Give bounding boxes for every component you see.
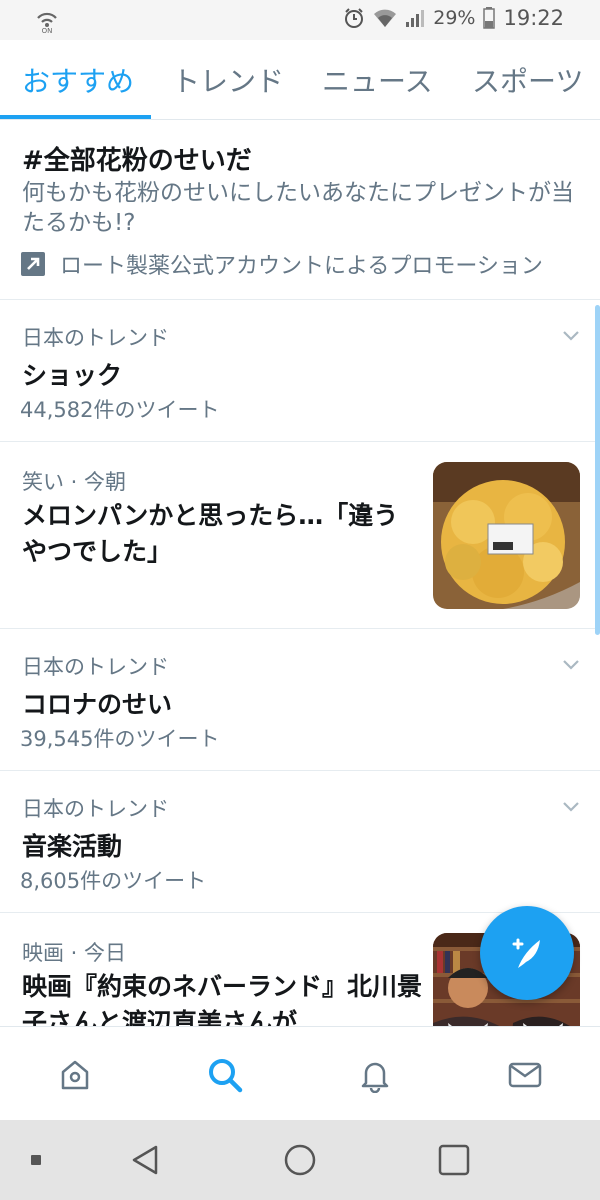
promoted-by: ロート製薬公式アカウントによるプロモーション bbox=[60, 254, 543, 279]
tab-recommended[interactable]: おすすめ bbox=[22, 40, 134, 119]
messages-icon bbox=[508, 1062, 542, 1088]
bottom-navigation bbox=[0, 1026, 600, 1120]
tab-news[interactable]: ニュース bbox=[322, 40, 433, 119]
back-icon[interactable] bbox=[128, 1142, 164, 1178]
tweet-count: 39,545件のツイート bbox=[20, 727, 220, 751]
status-bar: ON 29% 19:22 bbox=[0, 0, 600, 40]
promoted-trend[interactable]: #全部花粉のせいだ 何もかも花粉のせいにしたいあなたにプレゼントが当たるかも!?… bbox=[0, 120, 600, 300]
battery-percent: 29% bbox=[433, 7, 476, 29]
news-context: 笑い · 今朝 bbox=[22, 470, 127, 494]
promoted-description: 何もかも花粉のせいにしたいあなたにプレゼントが当たるかも!? bbox=[22, 180, 574, 236]
trend-context: 日本のトレンド bbox=[22, 797, 169, 821]
nav-notifications[interactable] bbox=[355, 1055, 395, 1095]
home-circle-icon[interactable] bbox=[282, 1142, 318, 1178]
news-title: 映画『約束のネバーランド』北川景子さんと渡辺直美さんが bbox=[22, 972, 423, 1026]
svg-text:ON: ON bbox=[42, 27, 53, 34]
search-icon bbox=[209, 1059, 243, 1093]
active-tab-indicator bbox=[0, 115, 151, 119]
trend-title: ショック bbox=[22, 361, 123, 390]
chevron-down-icon[interactable] bbox=[560, 324, 582, 346]
nav-home[interactable] bbox=[55, 1055, 95, 1095]
trend-item[interactable]: 日本のトレンド 音楽活動 8,605件のツイート bbox=[0, 771, 600, 913]
trend-item[interactable]: 日本のトレンド ショック 44,582件のツイート bbox=[0, 300, 600, 442]
nav-messages[interactable] bbox=[505, 1055, 545, 1095]
news-item[interactable]: 笑い · 今朝 メロンパンかと思ったら…「違うやつでした」 bbox=[0, 442, 600, 629]
compose-quill-icon bbox=[512, 938, 540, 968]
promoted-arrow-icon bbox=[21, 252, 45, 276]
trend-context: 日本のトレンド bbox=[22, 655, 169, 679]
trend-item[interactable]: 日本のトレンド コロナのせい 39,545件のツイート bbox=[0, 629, 600, 771]
battery-icon bbox=[483, 7, 496, 29]
signal-icon bbox=[406, 10, 425, 27]
news-title: メロンパンかと思ったら…「違うやつでした」 bbox=[22, 501, 399, 566]
chevron-down-icon[interactable] bbox=[560, 653, 582, 675]
tab-trends[interactable]: トレンド bbox=[172, 40, 284, 119]
trend-context: 日本のトレンド bbox=[22, 326, 169, 350]
tab-sports[interactable]: スポーツ bbox=[472, 40, 583, 119]
trend-title: コロナのせい bbox=[22, 690, 173, 719]
promoted-title: #全部花粉のせいだ bbox=[22, 146, 252, 176]
news-context: 映画 · 今日 bbox=[22, 941, 127, 965]
promoted-by-line: ロート製薬公式アカウントによるプロモーション bbox=[20, 248, 543, 280]
clock: 19:22 bbox=[503, 6, 564, 30]
recents-icon[interactable] bbox=[436, 1142, 472, 1178]
scrollbar[interactable] bbox=[595, 305, 600, 635]
news-thumbnail bbox=[433, 462, 580, 609]
tweet-count: 8,605件のツイート bbox=[20, 869, 207, 893]
wifi-calling-icon: ON bbox=[37, 12, 57, 34]
explore-tabs: おすすめ トレンド ニュース スポーツ bbox=[0, 40, 600, 120]
wifi-icon bbox=[374, 9, 397, 27]
trends-feed[interactable]: #全部花粉のせいだ 何もかも花粉のせいにしたいあなたにプレゼントが当たるかも!?… bbox=[0, 120, 600, 1026]
alarm-icon bbox=[345, 8, 364, 28]
chevron-down-icon[interactable] bbox=[560, 795, 582, 817]
home-icon bbox=[61, 1060, 89, 1090]
system-navigation-bar bbox=[0, 1120, 600, 1200]
tweet-count: 44,582件のツイート bbox=[20, 398, 220, 422]
trend-title: 音楽活動 bbox=[22, 832, 123, 861]
compose-tweet-button[interactable] bbox=[480, 906, 574, 1000]
notifications-icon bbox=[361, 1062, 389, 1093]
menu-dot-icon[interactable] bbox=[26, 1150, 46, 1170]
nav-search[interactable] bbox=[205, 1055, 245, 1095]
